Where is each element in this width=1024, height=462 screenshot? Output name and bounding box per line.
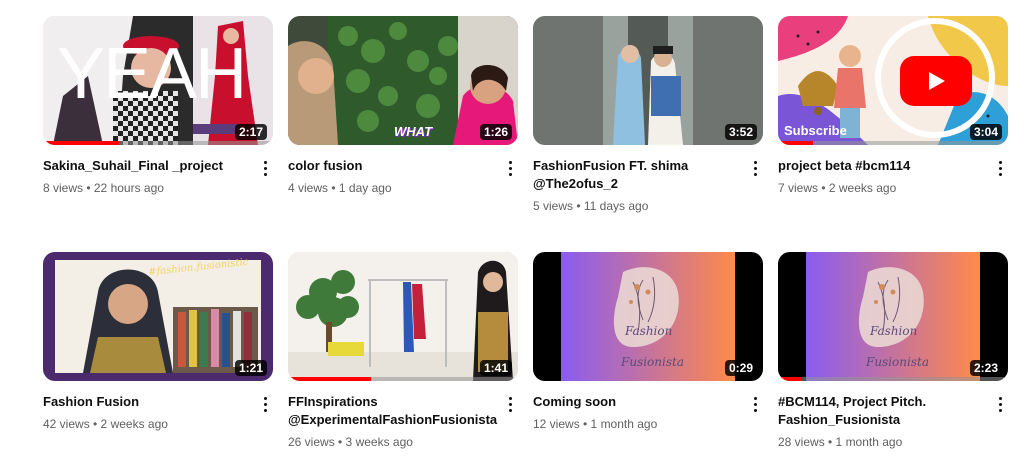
thumbnail-overlay-text-top: Fashion <box>870 324 918 338</box>
video-title[interactable]: Sakina_Suhail_Final _project <box>43 157 247 175</box>
watch-progress-bar <box>43 141 273 145</box>
duration-badge: 1:41 <box>479 360 512 376</box>
duration-badge: 0:29 <box>724 360 757 376</box>
video-stats: 7 views • 2 weeks ago <box>778 181 897 195</box>
watch-progress-fill <box>43 141 119 145</box>
video-stats: 26 views • 3 weeks ago <box>288 435 413 449</box>
video-thumbnail[interactable]: YEAH 2:17 <box>43 16 273 145</box>
video-title[interactable]: #BCM114, Project Pitch. Fashion_Fusionis… <box>778 393 982 429</box>
video-title[interactable]: Fashion Fusion <box>43 393 247 411</box>
video-title[interactable]: color fusion <box>288 157 492 175</box>
video-title[interactable]: project beta #bcm114 <box>778 157 982 175</box>
more-vert-icon[interactable] <box>990 393 1010 415</box>
more-vert-icon[interactable] <box>745 157 765 179</box>
duration-badge: 3:04 <box>969 124 1002 140</box>
duration-badge: 2:23 <box>969 360 1002 376</box>
video-card-8[interactable]: Fashion Fusionista 2:23 #BCM114, Project… <box>778 252 1010 451</box>
video-thumbnail[interactable]: WHAT 1:26 <box>288 16 518 145</box>
watch-progress-fill <box>778 377 801 381</box>
thumbnail-overlay-text: Subscribe <box>784 123 847 138</box>
video-stats: 28 views • 1 month ago <box>778 435 903 449</box>
video-stats: 8 views • 22 hours ago <box>43 181 164 195</box>
more-vert-icon[interactable] <box>500 393 520 415</box>
thumbnail-overlay-text: WHAT <box>394 124 433 139</box>
video-title[interactable]: Coming soon <box>533 393 737 411</box>
duration-badge: 1:21 <box>234 360 267 376</box>
video-stats: 5 views • 11 days ago <box>533 199 649 213</box>
video-thumbnail[interactable]: Fashion Fusionista 0:29 <box>533 252 763 381</box>
video-card-2[interactable]: WHAT 1:26 color fusion 4 views • 1 day a… <box>288 16 520 197</box>
video-card-7[interactable]: Fashion Fusionista 0:29 Coming soon 12 v… <box>533 252 765 433</box>
youtube-play-icon <box>900 56 972 106</box>
video-stats: 4 views • 1 day ago <box>288 181 392 195</box>
video-card-5[interactable]: #fashion.fusionistic 1:21 Fashion Fusion… <box>43 252 275 433</box>
video-stats: 42 views • 2 weeks ago <box>43 417 168 431</box>
video-card-1[interactable]: YEAH 2:17 Sakina_Suhail_Final _project 8… <box>43 16 275 197</box>
duration-badge: 2:17 <box>234 124 267 140</box>
thumbnail-overlay-text-bottom: Fusionista <box>621 355 684 369</box>
watch-progress-fill <box>778 141 813 145</box>
watch-progress-fill <box>288 377 371 381</box>
watch-progress-bar <box>778 377 1008 381</box>
video-card-3[interactable]: 3:52 FashionFusion FT. shima @The2ofus_2… <box>533 16 765 215</box>
duration-badge: 3:52 <box>724 124 757 140</box>
thumbnail-overlay-text-bottom: Fusionista <box>866 355 929 369</box>
video-thumbnail[interactable]: 1:41 <box>288 252 518 381</box>
duration-badge: 1:26 <box>479 124 512 140</box>
video-card-6[interactable]: 1:41 FFInspirations @ExperimentalFashion… <box>288 252 520 451</box>
video-thumbnail[interactable]: #fashion.fusionistic 1:21 <box>43 252 273 381</box>
video-title[interactable]: FashionFusion FT. shima @The2ofus_2 <box>533 157 737 193</box>
video-stats: 12 views • 1 month ago <box>533 417 658 431</box>
video-title[interactable]: FFInspirations @ExperimentalFashionFusio… <box>288 393 497 429</box>
watch-progress-bar <box>288 377 518 381</box>
video-card-4[interactable]: Subscribe 3:04 project beta #bcm114 7 vi… <box>778 16 1010 197</box>
watch-progress-bar <box>778 141 1008 145</box>
more-vert-icon[interactable] <box>745 393 765 415</box>
more-vert-icon[interactable] <box>255 393 275 415</box>
thumbnail-overlay-text-top: Fashion <box>625 324 673 338</box>
thumbnail-overlay-text: YEAH <box>57 34 247 114</box>
video-thumbnail[interactable]: Subscribe 3:04 <box>778 16 1008 145</box>
video-thumbnail[interactable]: 3:52 <box>533 16 763 145</box>
more-vert-icon[interactable] <box>255 157 275 179</box>
video-thumbnail[interactable]: Fashion Fusionista 2:23 <box>778 252 1008 381</box>
more-vert-icon[interactable] <box>990 157 1010 179</box>
more-vert-icon[interactable] <box>500 157 520 179</box>
